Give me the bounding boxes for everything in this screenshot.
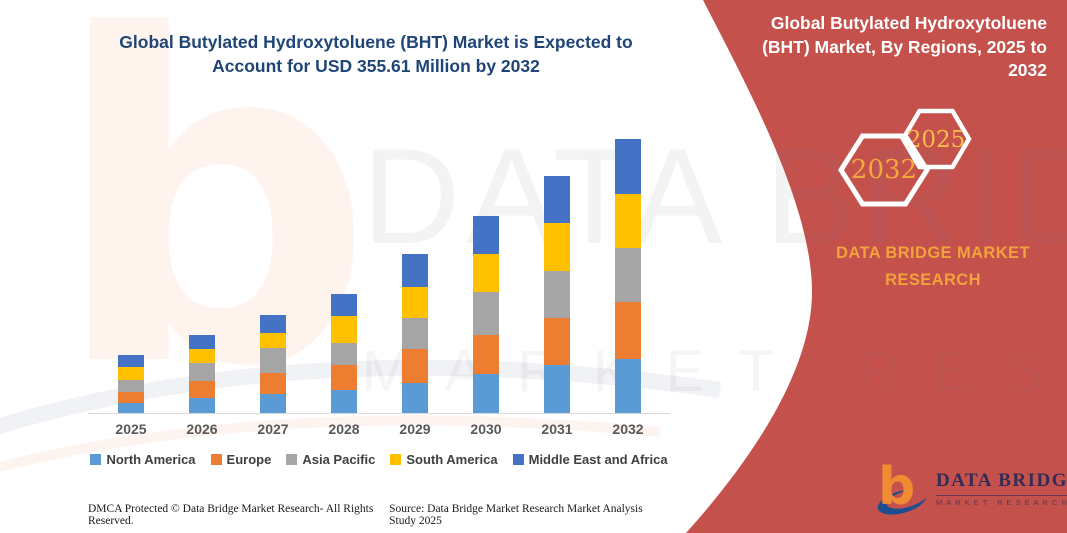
x-axis-label-2026: 2026 — [186, 421, 218, 437]
bar-segment-2030 — [473, 216, 499, 254]
legend-label: South America — [406, 452, 498, 467]
main-title-line2: Account for USD 355.61 Million by 2032 — [212, 56, 540, 77]
legend-swatch-icon — [286, 454, 298, 465]
bar-2031 — [544, 176, 570, 413]
side-panel-title: Global Butylated Hydroxytoluene (BHT) Ma… — [740, 12, 1047, 83]
x-axis-label-2029: 2029 — [399, 421, 431, 437]
bar-segment-2028 — [331, 343, 357, 365]
legend-label: Middle East and Africa — [528, 452, 668, 467]
bar-segment-2031 — [544, 176, 570, 223]
legend-item: North America — [90, 452, 196, 467]
bar-segment-2031 — [544, 271, 570, 318]
x-axis-labels: 2025 2026 2027 2028 2029 2030 2031 2032 — [88, 421, 670, 441]
footer-dmca-text: DMCA Protected © Data Bridge Market Rese… — [88, 503, 374, 527]
bar-segment-2031 — [544, 365, 570, 413]
legend-label: Asia Pacific — [302, 452, 376, 467]
bar-segment-2026 — [189, 381, 215, 398]
bar-segment-2025 — [118, 355, 144, 367]
bar-segment-2026 — [189, 349, 215, 363]
bar-segment-2030 — [473, 254, 499, 292]
legend-swatch-icon — [390, 454, 402, 465]
hexagon-large-year: 2032 — [851, 155, 917, 185]
legend-item: South America — [390, 452, 498, 467]
x-axis-label-2031: 2031 — [541, 421, 573, 437]
logo-divider — [936, 495, 1067, 496]
bar-segment-2032 — [615, 139, 641, 194]
logo-subtitle: MARKET RESEARCH — [936, 498, 1067, 507]
bar-segment-2027 — [260, 394, 286, 413]
bar-segment-2025 — [118, 403, 144, 413]
footer-source-text: Source: Data Bridge Market Research Mark… — [389, 503, 643, 527]
svg-text:b: b — [878, 458, 915, 516]
x-axis-label-2030: 2030 — [470, 421, 502, 437]
bar-segment-2029 — [402, 383, 428, 413]
bar-segment-2028 — [331, 316, 357, 343]
bar-segment-2026 — [189, 398, 215, 413]
bar-segment-2026 — [189, 335, 215, 349]
side-panel-title-line2: (BHT) Market, By Regions, 2025 to — [762, 36, 1047, 57]
bar-segment-2028 — [331, 365, 357, 390]
legend-item: Asia Pacific — [286, 452, 375, 467]
legend-item: Europe — [210, 452, 272, 467]
brand-text-line1: DATA BRIDGE MARKET — [836, 244, 1030, 262]
bar-segment-2029 — [402, 287, 428, 318]
bar-2028 — [331, 294, 357, 413]
bar-segment-2031 — [544, 318, 570, 365]
x-axis-label-2027: 2027 — [257, 421, 289, 437]
data-bridge-logo: b DATA BRIDGE MARKET RESEARCH — [876, 458, 1067, 516]
bar-2032 — [615, 139, 641, 413]
bar-2026 — [189, 335, 215, 413]
brand-text: DATA BRIDGE MARKET RESEARCH — [820, 240, 1046, 294]
bar-segment-2025 — [118, 392, 144, 403]
side-panel-title-line1: Global Butylated Hydroxytoluene — [770, 13, 1047, 33]
bar-segment-2028 — [331, 294, 357, 316]
bar-segment-2026 — [189, 363, 215, 381]
logo-texts: DATA BRIDGE MARKET RESEARCH — [936, 458, 1067, 507]
bar-2030 — [473, 216, 499, 413]
legend-swatch-icon — [210, 454, 222, 465]
hexagon-badge-2032: 2032 — [838, 133, 930, 207]
bar-segment-2029 — [402, 254, 428, 287]
bar-segment-2029 — [402, 349, 428, 383]
bar-segment-2030 — [473, 292, 499, 335]
bar-segment-2031 — [544, 223, 570, 271]
bar-segment-2025 — [118, 367, 144, 380]
legend-label: Europe — [226, 452, 272, 467]
bar-segment-2029 — [402, 318, 428, 349]
main-title-line1: Global Butylated Hydroxytoluene (BHT) Ma… — [119, 32, 633, 52]
bar-chart — [88, 128, 670, 413]
x-axis-label-2028: 2028 — [328, 421, 360, 437]
bar-segment-2025 — [118, 380, 144, 392]
bar-2025 — [118, 355, 144, 413]
bar-segment-2028 — [331, 390, 357, 413]
side-panel-title-line3: 2032 — [1008, 60, 1047, 81]
x-axis-label-2032: 2032 — [612, 421, 644, 437]
legend-swatch-icon — [512, 454, 524, 465]
brand-text-line2: RESEARCH — [885, 271, 981, 290]
bar-2027 — [260, 315, 286, 413]
infographic-page: b DATA BRIDGE MARKET RESEARCH Global But… — [0, 0, 1067, 533]
bar-segment-2030 — [473, 374, 499, 413]
bar-segment-2027 — [260, 348, 286, 373]
bar-segment-2027 — [260, 373, 286, 394]
x-axis-line — [88, 413, 670, 414]
x-axis-label-2025: 2025 — [115, 421, 147, 437]
bar-2029 — [402, 254, 428, 413]
bar-segment-2027 — [260, 333, 286, 348]
main-title: Global Butylated Hydroxytoluene (BHT) Ma… — [95, 30, 657, 78]
bar-segment-2032 — [615, 194, 641, 248]
footer: DMCA Protected © Data Bridge Market Rese… — [88, 503, 668, 527]
bar-segment-2032 — [615, 302, 641, 359]
chart-legend: North America Europe Asia Pacific South Ame… — [88, 452, 670, 467]
bar-segment-2027 — [260, 315, 286, 333]
legend-swatch-icon — [90, 454, 102, 465]
bar-segment-2032 — [615, 359, 641, 413]
bar-segment-2032 — [615, 248, 641, 302]
logo-name: DATA BRIDGE — [936, 470, 1067, 491]
bar-segment-2030 — [473, 335, 499, 374]
legend-label: North America — [106, 452, 196, 467]
data-bridge-logo-icon: b — [877, 458, 928, 516]
legend-item: Middle East and Africa — [512, 452, 668, 467]
hexagon-badges: 2025 2032 — [838, 108, 972, 207]
